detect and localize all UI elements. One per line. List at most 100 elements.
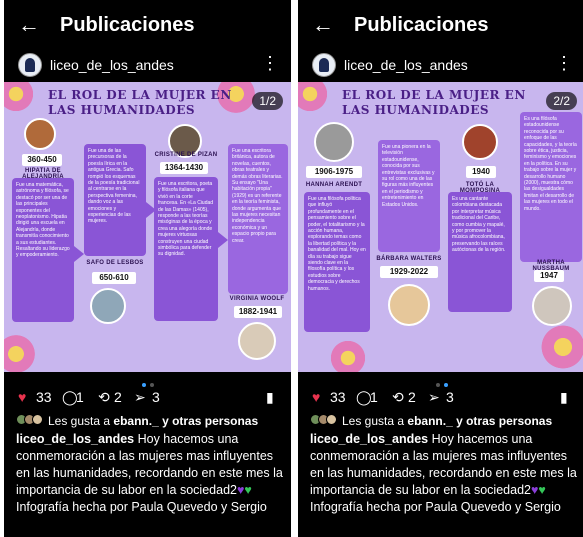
- person-name: BÁRBARA WALTERS: [376, 256, 442, 262]
- bio-text: Fue una pionera en la televisión estadou…: [382, 144, 435, 208]
- liked-by-prefix: Les gusta a: [342, 414, 405, 428]
- liked-by-user[interactable]: ebann._: [113, 414, 158, 428]
- account-username[interactable]: liceo_de_los_andes: [344, 56, 468, 74]
- account-username[interactable]: liceo_de_los_andes: [50, 56, 174, 74]
- bio-card: Es una cantante colombiana destacada por…: [448, 192, 512, 312]
- arrow-left-icon[interactable]: ←: [312, 14, 334, 36]
- green-heart-icon: ♥: [244, 483, 252, 497]
- liked-by-text: Les gusta a ebann._ y otras personas: [48, 414, 258, 428]
- bio-card: Fue una escritora, poeta y filósofa ital…: [154, 177, 218, 321]
- flower-decoration: [328, 338, 368, 372]
- years-tag: 1882-1941: [234, 306, 282, 318]
- years-tag: 1940: [466, 166, 496, 178]
- repost-icon[interactable]: ⟲: [98, 388, 110, 406]
- person-name: HANNAH ARENDT: [305, 182, 363, 188]
- bookmark-icon[interactable]: ▮: [560, 388, 568, 406]
- liked-by-suffix[interactable]: y otras personas: [162, 414, 258, 428]
- like-count: 33: [36, 389, 52, 405]
- bio-card: Fue una escritora británica, autora de n…: [228, 144, 288, 294]
- caption-credits: Infografía hecha por Paula Quevedo y Ser…: [16, 500, 267, 514]
- bio-text: Fue una de las precursoras de la poesía …: [88, 148, 140, 225]
- post-image[interactable]: EL ROL DE LA MUJER EN LAS HUMANIDADES 1/…: [4, 82, 291, 372]
- green-heart-icon: ♥: [538, 483, 546, 497]
- timeline-arrow: [218, 232, 228, 248]
- flower-decoration: [4, 82, 36, 114]
- more-vertical-icon[interactable]: ⋮: [555, 53, 573, 73]
- post-image[interactable]: EL ROL DE LA MUJER EN LAS HUMANIDADES 2/…: [298, 82, 583, 372]
- person-name: SAFO DE LESBOS: [86, 260, 144, 266]
- like-count: 33: [330, 389, 346, 405]
- caption-username[interactable]: liceo_de_los_andes: [310, 432, 428, 446]
- send-icon[interactable]: ➢: [134, 388, 146, 406]
- infographic-heading: EL ROL DE LA MUJER EN LAS HUMANIDADES: [342, 88, 526, 117]
- portrait-martha: [532, 286, 572, 326]
- liked-by-prefix: Les gusta a: [48, 414, 111, 428]
- top-bar: ← Publicaciones: [298, 0, 583, 50]
- portrait-safo: [90, 288, 126, 324]
- bio-card: Fue una matemática, astrónoma y filósofa…: [12, 178, 74, 322]
- person-name: CRISTINE DE PIZAN: [154, 152, 218, 158]
- liked-by-suffix[interactable]: y otras personas: [456, 414, 552, 428]
- timeline-arrow: [74, 246, 84, 262]
- portrait-hannah: [314, 122, 354, 162]
- bio-text: Fue una matemática, astrónoma y filósofa…: [16, 182, 70, 259]
- caption-username[interactable]: liceo_de_los_andes: [16, 432, 134, 446]
- page-title: Publicaciones: [60, 14, 195, 36]
- comment-count: 1: [370, 389, 378, 405]
- flower-decoration: [298, 82, 330, 114]
- action-bar: ♥ 33 ◯ 1 ⟲ 2 ➢ 3 ▮: [4, 386, 291, 410]
- portrait-toto: [462, 124, 498, 160]
- person-name: VIRGINIA WOOLF: [229, 296, 285, 302]
- liker-avatar: [326, 414, 337, 425]
- caption-credits: Infografía hecha por Paula Quevedo y Ser…: [310, 500, 561, 514]
- avatar[interactable]: [312, 53, 336, 77]
- years-tag: 1906-1975: [306, 166, 362, 178]
- bio-card: Fue una de las precursoras de la poesía …: [84, 144, 146, 256]
- account-row: liceo_de_los_andes ⋮: [4, 50, 291, 82]
- arrow-left-icon[interactable]: ←: [18, 14, 40, 36]
- action-bar: ♥ 33 ◯ 1 ⟲ 2 ➢ 3 ▮: [298, 386, 583, 410]
- caption: liceo_de_los_andes Hoy hacemos una conme…: [16, 431, 284, 516]
- liked-by-row[interactable]: Les gusta a ebann._ y otras personas: [4, 412, 291, 430]
- bookmark-icon[interactable]: ▮: [266, 388, 274, 406]
- bio-text: Es una cantante colombiana destacada por…: [452, 196, 506, 254]
- years-tag: 360-450: [22, 154, 62, 166]
- repost-icon[interactable]: ⟲: [392, 388, 404, 406]
- flower-decoration: [538, 322, 583, 372]
- years-tag: 1364-1430: [160, 162, 208, 174]
- flower-decoration: [4, 332, 38, 372]
- repost-count: 2: [114, 389, 122, 405]
- heart-icon[interactable]: ♥: [18, 388, 26, 406]
- bio-card: Fue una filósofa política que influyó pr…: [304, 192, 370, 332]
- liked-by-text: Les gusta a ebann._ y otras personas: [342, 414, 552, 428]
- liker-avatar: [32, 414, 43, 425]
- send-icon[interactable]: ➢: [428, 388, 440, 406]
- page-title: Publicaciones: [354, 14, 489, 36]
- slide-counter: 1/2: [252, 92, 283, 110]
- portrait-barbara: [388, 284, 430, 326]
- portrait-virginia: [238, 322, 276, 360]
- avatar[interactable]: [18, 53, 42, 77]
- more-vertical-icon[interactable]: ⋮: [261, 53, 279, 73]
- bio-text: Fue una escritora británica, autora de n…: [232, 148, 283, 244]
- bio-text: Fue una escritora, poeta y filósofa ital…: [158, 181, 214, 258]
- slide-counter: 2/2: [546, 92, 577, 110]
- bio-card: Es una filósofa estadounidense reconocid…: [520, 112, 582, 262]
- account-row: liceo_de_los_andes ⋮: [298, 50, 583, 82]
- caption: liceo_de_los_andes Hoy hacemos una conme…: [310, 431, 578, 516]
- years-tag: 650-610: [92, 272, 136, 284]
- years-tag: 1929-2022: [380, 266, 438, 278]
- bio-text: Es una filósofa estadounidense reconocid…: [524, 116, 577, 212]
- bio-text: Fue una filósofa política que influyó pr…: [308, 196, 366, 292]
- share-count: 3: [152, 389, 160, 405]
- heart-icon[interactable]: ♥: [312, 388, 320, 406]
- liked-by-row[interactable]: Les gusta a ebann._ y otras personas: [298, 412, 583, 430]
- share-count: 3: [446, 389, 454, 405]
- comment-count: 1: [76, 389, 84, 405]
- years-tag: 1947: [534, 270, 564, 282]
- repost-count: 2: [408, 389, 416, 405]
- portrait-hipatia: [24, 118, 56, 150]
- infographic-heading: EL ROL DE LA MUJER EN LAS HUMANIDADES: [48, 88, 232, 117]
- liked-by-user[interactable]: ebann._: [407, 414, 452, 428]
- bio-card: Fue una pionera en la televisión estadou…: [378, 140, 440, 252]
